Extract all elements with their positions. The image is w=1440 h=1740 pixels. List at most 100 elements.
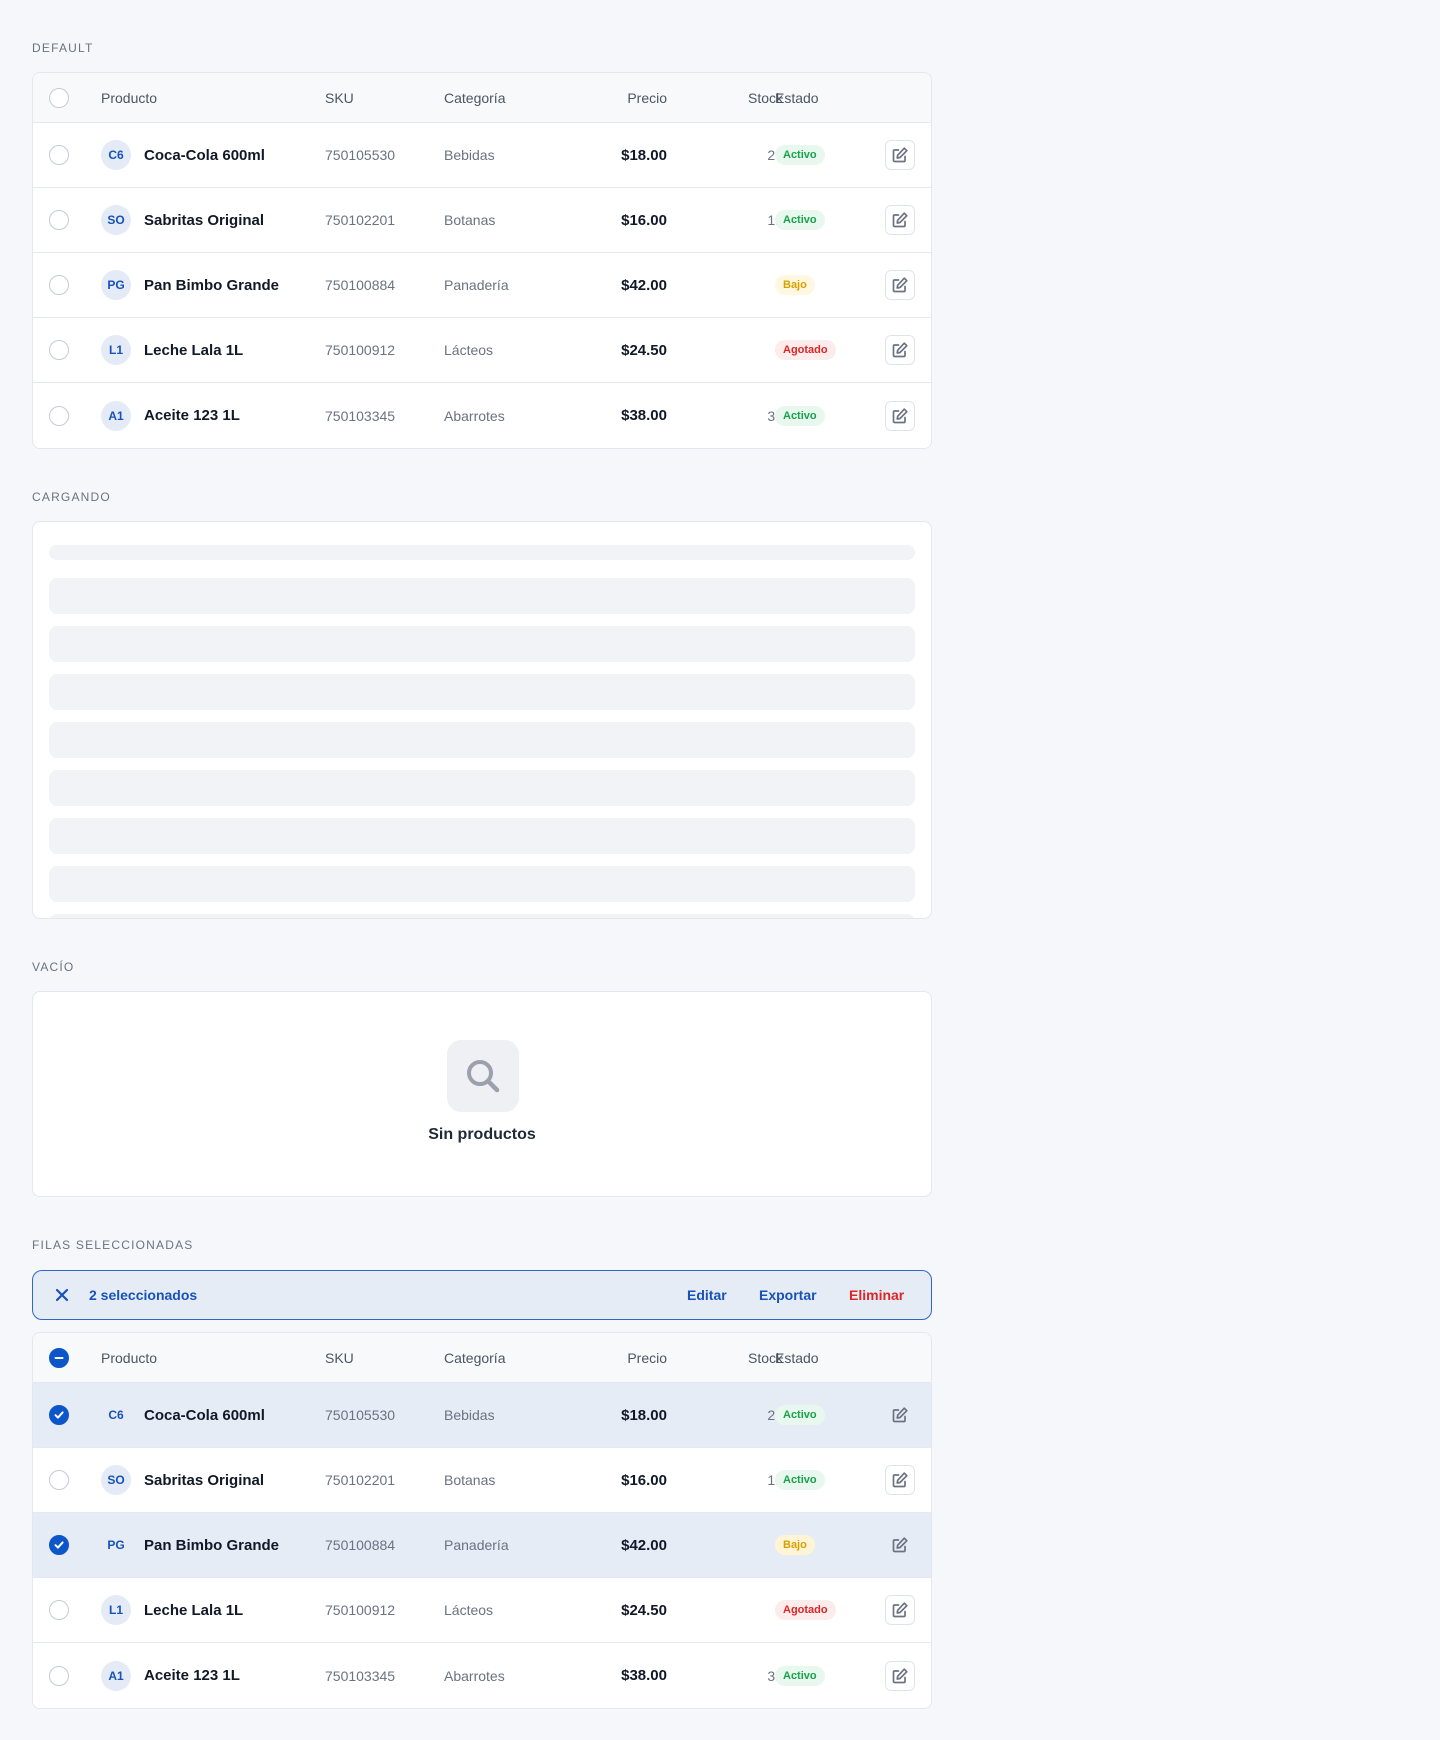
close-icon[interactable]	[53, 1286, 71, 1304]
edit-button[interactable]	[885, 140, 915, 170]
row-checkbox[interactable]	[49, 1405, 69, 1425]
edit-icon	[891, 341, 909, 359]
table-row[interactable]: L1 Leche Lala 1L 750100912 Lácteos $24.50 0Ag…	[33, 1578, 931, 1643]
skeleton-row	[49, 818, 915, 854]
column-header-stock[interactable]: Stock	[673, 73, 783, 122]
edit-button[interactable]	[885, 1400, 915, 1430]
stock-cell: 12	[673, 188, 783, 252]
skeleton-row	[49, 578, 915, 614]
edit-icon	[891, 211, 909, 229]
column-header-product[interactable]: Producto	[101, 73, 321, 122]
check-icon	[53, 1539, 65, 1551]
skeleton-row	[49, 722, 915, 758]
row-checkbox[interactable]	[49, 1600, 69, 1620]
actions-cell	[885, 1383, 915, 1447]
status-badge: Activo	[775, 1470, 825, 1490]
row-checkbox-cell	[49, 1448, 69, 1512]
product-name: Coca-Cola 600ml	[144, 146, 265, 164]
product-avatar: C6	[101, 140, 131, 170]
sku-cell: 750100884	[325, 277, 396, 293]
edit-button[interactable]	[885, 1595, 915, 1625]
row-checkbox[interactable]	[49, 210, 69, 230]
skeleton-row	[49, 914, 915, 918]
column-header-price[interactable]: Precio	[553, 73, 667, 122]
column-header-status[interactable]: Estado	[775, 73, 885, 122]
column-header-product[interactable]: Producto	[101, 1333, 321, 1382]
column-header-price[interactable]: Precio	[553, 1333, 667, 1382]
category-cell: Abarrotes	[444, 1667, 505, 1684]
edit-button[interactable]	[885, 1660, 915, 1691]
row-checkbox-cell	[49, 253, 69, 317]
edit-button[interactable]	[885, 1465, 915, 1495]
edit-button[interactable]	[885, 400, 915, 431]
sku-cell: 750100912	[325, 342, 396, 358]
product-cell: A1 Aceite 123 1L	[101, 383, 321, 448]
empty-title: Sin productos	[428, 1126, 536, 1143]
product-cell: L1 Leche Lala 1L	[101, 1578, 321, 1642]
check-icon	[53, 1409, 65, 1421]
edit-button[interactable]	[885, 205, 915, 235]
product-avatar: SO	[101, 1465, 131, 1495]
product-avatar: PG	[101, 270, 131, 300]
skeleton-header	[49, 545, 915, 560]
column-header-sku[interactable]: SKU	[325, 73, 435, 122]
table-row[interactable]: L1 Leche Lala 1L 750100912 Lácteos $24.50 0Ag…	[33, 318, 931, 383]
status-badge: Activo	[775, 405, 825, 426]
status-cell: Agotado	[775, 318, 885, 382]
products-table-selected: Producto SKU Categoría Precio Stock Estado C6…	[32, 1332, 932, 1709]
edit-icon	[891, 146, 909, 164]
edit-button[interactable]	[885, 1530, 915, 1560]
product-avatar: L1	[101, 335, 131, 365]
row-checkbox[interactable]	[49, 145, 69, 165]
category-cell: Lácteos	[444, 342, 494, 358]
column-header-category[interactable]: Categoría	[444, 73, 564, 122]
status-cell: Activo	[775, 383, 885, 448]
edit-button[interactable]	[885, 270, 915, 300]
sku-cell: 750103345	[325, 1667, 396, 1684]
select-all-checkbox[interactable]	[49, 87, 69, 108]
row-checkbox[interactable]	[49, 1665, 69, 1686]
select-all-checkbox-indeterminate[interactable]	[49, 1347, 69, 1368]
table-row[interactable]: A1 Aceite 123 1L 750103345 Abarrotes $38.00 3…	[33, 383, 931, 448]
status-cell: Bajo	[775, 253, 885, 317]
row-checkbox[interactable]	[49, 405, 69, 426]
bulk-delete-button[interactable]: Eliminar	[849, 1271, 904, 1319]
actions-cell	[885, 318, 915, 382]
bulk-export-button[interactable]: Exportar	[759, 1271, 817, 1319]
status-badge: Activo	[775, 210, 825, 230]
bulk-action-bar: 2 seleccionados Editar Exportar Eliminar	[32, 1270, 932, 1320]
product-name: Leche Lala 1L	[144, 1601, 244, 1619]
section-label-selected: FILAS SELECCIONADAS	[32, 1238, 194, 1252]
actions-cell	[885, 1448, 915, 1512]
bulk-edit-button[interactable]: Editar	[687, 1271, 727, 1319]
column-header-status[interactable]: Estado	[775, 1333, 885, 1382]
stock-cell: 31	[673, 1643, 783, 1708]
product-cell: PG Pan Bimbo Grande	[101, 253, 321, 317]
column-header-sku[interactable]: SKU	[325, 1333, 435, 1382]
sku-cell: 750102201	[325, 1472, 396, 1488]
selection-count: 2 seleccionados	[89, 1287, 198, 1303]
column-header-category[interactable]: Categoría	[444, 1333, 564, 1382]
section-label-loading: CARGANDO	[32, 490, 111, 504]
row-checkbox[interactable]	[49, 1535, 69, 1555]
column-header-stock[interactable]: Stock	[673, 1333, 783, 1382]
product-avatar: A1	[101, 1660, 131, 1691]
category-cell: Lácteos	[444, 1602, 494, 1618]
table-row[interactable]: PG Pan Bimbo Grande 750100884 Panadería $42.…	[33, 253, 931, 318]
status-cell: Activo	[775, 188, 885, 252]
edit-button[interactable]	[885, 335, 915, 365]
table-row[interactable]: SO Sabritas Original 750102201 Botanas $16.0…	[33, 188, 931, 253]
table-row[interactable]: C6 Coca-Cola 600ml 750105530 Bebidas $18.00 2…	[33, 123, 931, 188]
table-row[interactable]: A1 Aceite 123 1L 750103345 Abarrotes $38.00 3…	[33, 1643, 931, 1708]
row-checkbox[interactable]	[49, 275, 69, 295]
table-row[interactable]: C6 Coca-Cola 600ml 750105530 Bebidas $18.00 2…	[33, 1383, 931, 1448]
category-cell: Panadería	[444, 1537, 509, 1553]
edit-icon	[891, 1406, 909, 1424]
actions-cell	[885, 1513, 915, 1577]
row-checkbox[interactable]	[49, 1470, 69, 1490]
table-row[interactable]: SO Sabritas Original 750102201 Botanas $16.0…	[33, 1448, 931, 1513]
row-checkbox[interactable]	[49, 340, 69, 360]
table-row[interactable]: PG Pan Bimbo Grande 750100884 Panadería $42.…	[33, 1513, 931, 1578]
skeleton-row	[49, 866, 915, 902]
status-badge: Activo	[775, 145, 825, 165]
